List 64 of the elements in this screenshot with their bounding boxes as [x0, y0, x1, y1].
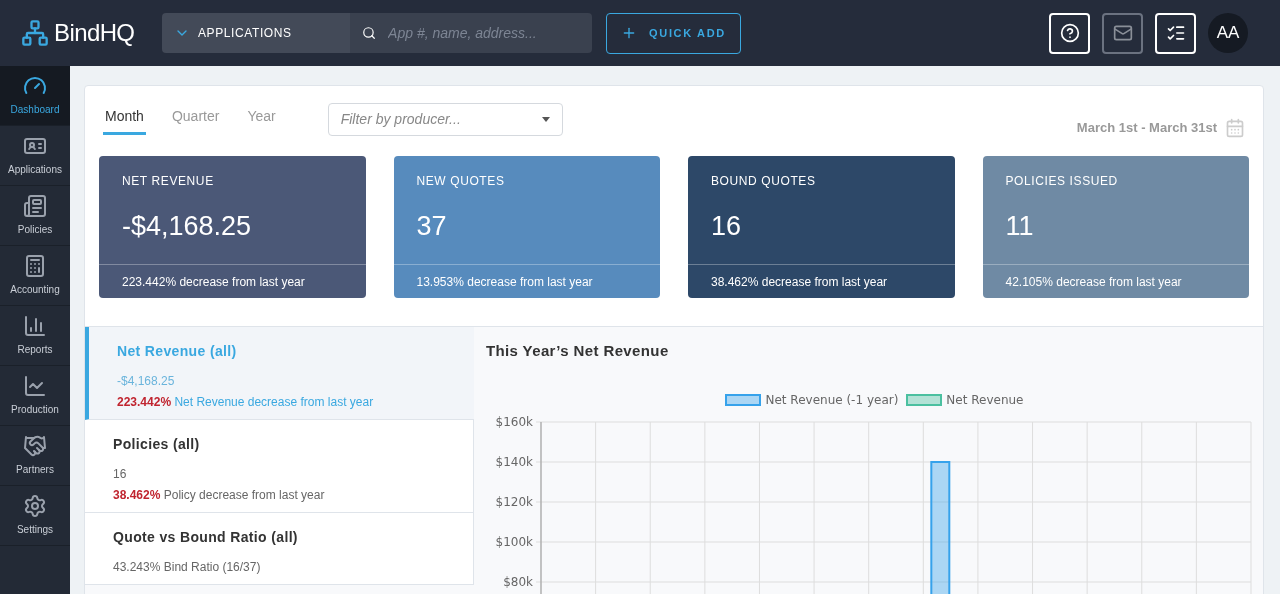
- sidebar-item[interactable]: Settings: [0, 486, 70, 546]
- sidebar-item[interactable]: Applications: [0, 126, 70, 186]
- report-item[interactable]: Quote vs Bound Ratio (all) 43.243% Bind Ratio (16/37): [85, 513, 474, 585]
- report-title: Policies (all): [113, 435, 201, 454]
- stat-value: 16: [711, 210, 743, 243]
- report-item[interactable]: Policies (all) 16 38.462% Policy decrease from last year: [85, 420, 474, 513]
- accounting-icon: [23, 254, 47, 278]
- stat-title: NET REVENUE: [122, 173, 215, 190]
- stat-title: BOUND QUOTES: [711, 173, 817, 190]
- partners-icon: [23, 434, 47, 458]
- report-title: Net Revenue (all): [117, 342, 238, 361]
- mail-icon: [1112, 23, 1133, 43]
- chart-title: This Year’s Net Revenue: [486, 341, 670, 361]
- report-value: 16: [113, 466, 128, 483]
- search-field[interactable]: App #, name, address...: [350, 13, 592, 53]
- producer-filter[interactable]: Filter by producer...: [327, 103, 563, 136]
- stat-note: 223.442% decrease from last year: [122, 273, 305, 291]
- stat-note: 13.953% decrease from last year: [416, 273, 593, 291]
- logo-icon: [20, 19, 50, 47]
- sidebar-item[interactable]: Production: [0, 366, 70, 426]
- report-item[interactable]: Net Revenue (all) -$4,168.25 223.442% Net Revenue decrease from last year: [85, 327, 474, 420]
- policies-icon: [23, 194, 47, 218]
- y-axis-label: $80k: [503, 574, 533, 589]
- y-axis-label: $140k: [495, 454, 533, 469]
- stat-value: 37: [416, 210, 448, 243]
- search-icon: [362, 25, 377, 41]
- sidebar-item[interactable]: Accounting: [0, 246, 70, 306]
- sidebar-item[interactable]: Reports: [0, 306, 70, 366]
- help-icon: [1059, 23, 1080, 43]
- sidebar-item[interactable]: Dashboard: [0, 66, 70, 126]
- help-button[interactable]: [1049, 12, 1090, 54]
- user-avatar[interactable]: AA: [1208, 13, 1248, 53]
- stat-value: -$4,168.25: [122, 210, 253, 243]
- quick-add-button[interactable]: QUICK ADD: [606, 12, 741, 54]
- producer-input[interactable]: Filter by producer...: [340, 109, 542, 130]
- report-change: 38.462% Policy decrease from last year: [113, 487, 326, 504]
- search-input[interactable]: App #, name, address...: [388, 22, 580, 44]
- scope-dropdown[interactable]: APPLICATIONS: [162, 13, 350, 53]
- period-tab[interactable]: Month: [103, 106, 146, 135]
- settings-icon: [23, 494, 47, 518]
- stat-note: 38.462% decrease from last year: [711, 273, 888, 291]
- stat-value: 11: [1005, 210, 1035, 243]
- legend-label: Net Revenue (-1 year): [765, 391, 899, 409]
- caret-icon: [541, 117, 550, 122]
- tasks-button[interactable]: [1155, 12, 1196, 54]
- sidebar-item[interactable]: Partners: [0, 426, 70, 486]
- production-icon: [23, 374, 47, 398]
- stat-title: POLICIES ISSUED: [1005, 173, 1119, 190]
- y-axis-label: $100k: [495, 534, 533, 549]
- calendar-icon: [1225, 118, 1245, 138]
- stat-note: 42.105% decrease from last year: [1005, 273, 1182, 291]
- report-change: 223.442% Net Revenue decrease from last year: [117, 394, 375, 411]
- tasks-icon: [1165, 23, 1186, 43]
- stat-title: NEW QUOTES: [416, 173, 506, 190]
- y-axis-label: $120k: [495, 494, 533, 509]
- report-value: -$4,168.25: [117, 373, 176, 390]
- report-title: Quote vs Bound Ratio (all): [113, 528, 299, 547]
- sidebar-item[interactable]: Policies: [0, 186, 70, 246]
- legend-label: Net Revenue: [946, 391, 1024, 409]
- reports-icon: [23, 314, 47, 338]
- y-axis-label: $160k: [495, 414, 533, 429]
- report-value: 43.243% Bind Ratio (16/37): [113, 559, 262, 576]
- date-range: March 1st - March 31st: [1076, 119, 1217, 138]
- logo-text: BindHQ: [54, 18, 135, 48]
